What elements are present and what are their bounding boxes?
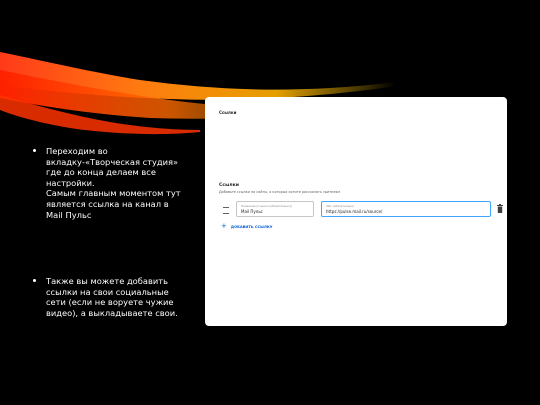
link-url-field[interactable]: URL (обязательно) https://pulse.mail.ru/… <box>321 201 491 217</box>
drag-handle-icon[interactable] <box>223 207 229 214</box>
bullet-list-1: Переходим во вкладку-«Творческая студия»… <box>33 146 183 220</box>
settings-screenshot-panel: Ссылки Ссылки Добавьте ссылки на сайты, … <box>205 97 507 326</box>
plus-icon: + <box>221 222 227 230</box>
slide: Переходим во вкладку-«Творческая студия»… <box>0 0 540 405</box>
link-name-label: Название (ссылки (обязательно)) <box>241 203 293 208</box>
link-row: Название (ссылки (обязательно)) Mail Пул… <box>219 201 503 219</box>
links-section-title: Ссылки <box>219 183 239 188</box>
bullet-dot <box>33 279 37 283</box>
bullet-text: Переходим во вкладку-«Творческая студия»… <box>46 146 181 220</box>
add-link-button[interactable]: + ДОБАВИТЬ ССЫЛКУ <box>221 223 273 230</box>
bullet-item: Также вы можете добавить ссылки на свои … <box>33 276 183 318</box>
link-url-label: URL (обязательно) <box>326 203 355 208</box>
bullet-list-2: Также вы можете добавить ссылки на свои … <box>33 276 183 318</box>
link-url-value[interactable]: https://pulse.mail.ru/source/ <box>326 209 382 214</box>
trash-icon[interactable] <box>497 204 503 213</box>
panel-header: Ссылки <box>219 110 237 115</box>
bullet-item: Переходим во вкладку-«Творческая студия»… <box>33 146 183 220</box>
add-link-label: ДОБАВИТЬ ССЫЛКУ <box>230 224 273 229</box>
links-section-subtitle: Добавьте ссылки на сайты, о которых хоти… <box>219 190 340 194</box>
link-name-field[interactable]: Название (ссылки (обязательно)) Mail Пул… <box>236 201 314 217</box>
bullet-dot <box>33 149 37 153</box>
bullet-text: Также вы можете добавить ссылки на свои … <box>46 276 178 318</box>
link-name-value[interactable]: Mail Пульс <box>241 209 263 214</box>
